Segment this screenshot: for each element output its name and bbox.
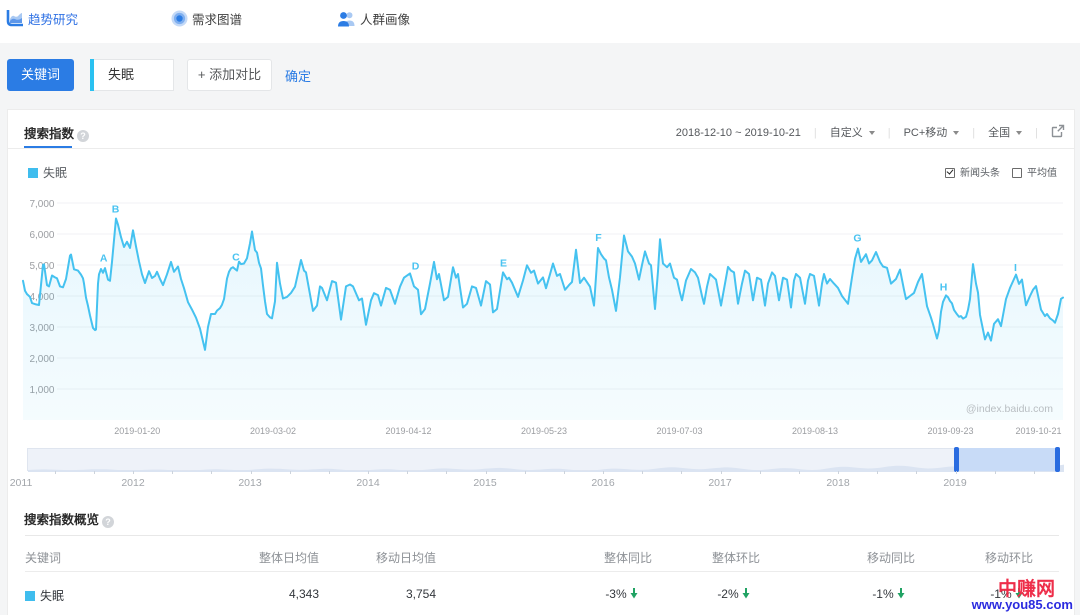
svg-text:B: B [112,204,120,216]
svg-text:C: C [232,251,240,263]
svg-text:A: A [100,253,108,265]
svg-text:E: E [500,258,507,270]
svg-text:I: I [1014,262,1017,274]
svg-text:D: D [412,261,420,273]
svg-text:2019-07-03: 2019-07-03 [656,426,702,436]
svg-text:H: H [940,281,948,293]
svg-text:F: F [595,232,602,244]
svg-text:6,000: 6,000 [29,230,54,241]
svg-text:7,000: 7,000 [29,199,54,210]
svg-text:G: G [853,233,861,245]
svg-text:2019-04-12: 2019-04-12 [385,426,431,436]
svg-text:2019-05-23: 2019-05-23 [521,426,567,436]
svg-text:2019-01-20: 2019-01-20 [114,426,160,436]
svg-text:2019-10-21: 2019-10-21 [1015,426,1061,436]
svg-text:2019-03-02: 2019-03-02 [250,426,296,436]
svg-text:2019-09-23: 2019-09-23 [927,426,973,436]
svg-text:2019-08-13: 2019-08-13 [792,426,838,436]
